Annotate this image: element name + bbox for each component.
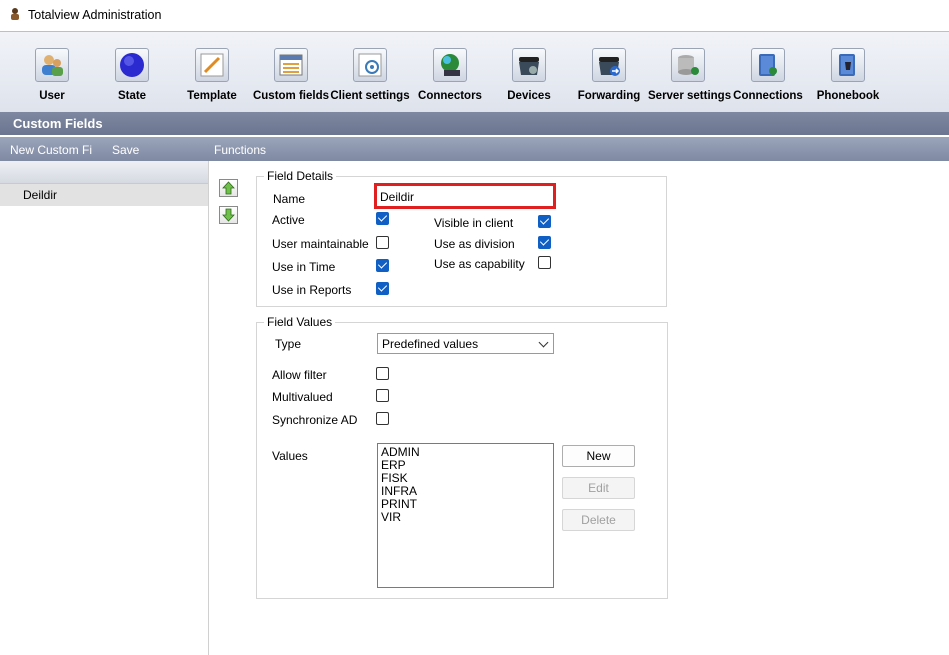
use-as-division-checkbox[interactable] [538, 236, 551, 249]
devices-phone-icon [519, 57, 539, 75]
toolbar-state-button[interactable]: State [92, 48, 172, 108]
client-settings-icon [358, 53, 382, 77]
arrow-down-icon [222, 208, 235, 222]
list-item[interactable]: PRINT [381, 498, 550, 511]
use-in-reports-checkbox[interactable] [376, 282, 389, 295]
toolbar-devices-button[interactable]: Devices [489, 48, 569, 108]
allow-filter-label: Allow filter [272, 368, 327, 382]
phonebook-icon [839, 54, 855, 76]
chevron-down-icon [538, 337, 549, 348]
multivalued-label: Multivalued [272, 390, 333, 404]
toolbar-connectors-button[interactable]: Connectors [410, 48, 490, 108]
name-input[interactable]: Deildir [374, 183, 556, 209]
type-select[interactable]: Predefined values [377, 333, 554, 354]
new-value-button[interactable]: New [562, 445, 635, 467]
arrow-up-icon [222, 181, 235, 195]
list-item[interactable]: Deildir [0, 184, 208, 206]
forwarding-phone-icon [599, 57, 620, 76]
menu-functions[interactable]: Functions [214, 143, 266, 157]
users-icon [42, 55, 63, 76]
window-title: Totalview Administration [28, 8, 162, 22]
section-title: Custom Fields [13, 116, 103, 131]
list-item[interactable]: VIR [381, 511, 550, 524]
list-header [0, 161, 208, 184]
use-in-reports-label: Use in Reports [272, 283, 352, 297]
multivalued-checkbox[interactable] [376, 389, 389, 402]
toolbar-client-settings-button[interactable]: Client settings [330, 48, 410, 108]
custom-fields-icon [279, 54, 303, 76]
field-values-legend: Field Values [267, 315, 333, 329]
delete-value-button[interactable]: Delete [562, 509, 635, 531]
toolbar-forwarding-button[interactable]: Forwarding [569, 48, 649, 108]
toolbar-phonebook-button[interactable]: Phonebook [808, 48, 888, 108]
title-bar: Totalview Administration [0, 0, 949, 31]
toolbar-user-button[interactable]: User [12, 48, 92, 108]
values-label: Values [272, 449, 308, 463]
toolbar-custom-fields-button[interactable]: Custom fields [251, 48, 331, 108]
menu-save[interactable]: Save [112, 143, 139, 157]
user-maintainable-checkbox[interactable] [376, 236, 389, 249]
use-as-division-label: Use as division [434, 237, 515, 251]
move-up-button[interactable] [219, 179, 238, 197]
type-label: Type [275, 337, 302, 351]
edit-value-button[interactable]: Edit [562, 477, 635, 499]
use-as-capability-checkbox[interactable] [538, 256, 551, 269]
visible-in-client-checkbox[interactable] [538, 215, 551, 228]
synchronize-ad-checkbox[interactable] [376, 412, 389, 425]
section-header: Custom Fields [0, 112, 949, 135]
toolbar-template-button[interactable]: Template [172, 48, 252, 108]
active-checkbox[interactable] [376, 212, 389, 225]
synchronize-ad-label: Synchronize AD [272, 413, 358, 427]
server-database-icon [678, 55, 699, 75]
name-label: Name [273, 192, 306, 206]
values-listbox[interactable]: ADMIN ERP FISK INFRA PRINT VIR [377, 443, 554, 588]
menu-new-custom-field[interactable]: New Custom Fi [10, 143, 92, 157]
custom-field-list: Deildir [0, 161, 209, 655]
type-select-value: Predefined values [382, 337, 479, 351]
allow-filter-checkbox[interactable] [376, 367, 389, 380]
use-in-time-label: Use in Time [272, 260, 336, 274]
app-logo-icon [11, 8, 19, 20]
template-pencil-icon [200, 53, 224, 77]
use-as-capability-label: Use as capability [434, 257, 525, 271]
use-in-time-checkbox[interactable] [376, 259, 389, 272]
user-maintainable-label: User maintainable [272, 237, 369, 251]
toolbar-server-settings-button[interactable]: Server settings [648, 48, 731, 108]
move-down-button[interactable] [219, 206, 238, 224]
toolbar-connections-button[interactable]: Connections [728, 48, 808, 108]
visible-in-client-label: Visible in client [434, 216, 514, 230]
field-details-legend: Field Details [267, 169, 334, 183]
connections-book-icon [759, 54, 777, 76]
list-item[interactable]: ADMIN [381, 446, 550, 459]
state-globe-icon [120, 53, 144, 77]
action-menu-bar: New Custom Fi Save Functions [0, 137, 949, 161]
connectors-icon [441, 54, 460, 76]
active-label: Active [272, 213, 305, 227]
